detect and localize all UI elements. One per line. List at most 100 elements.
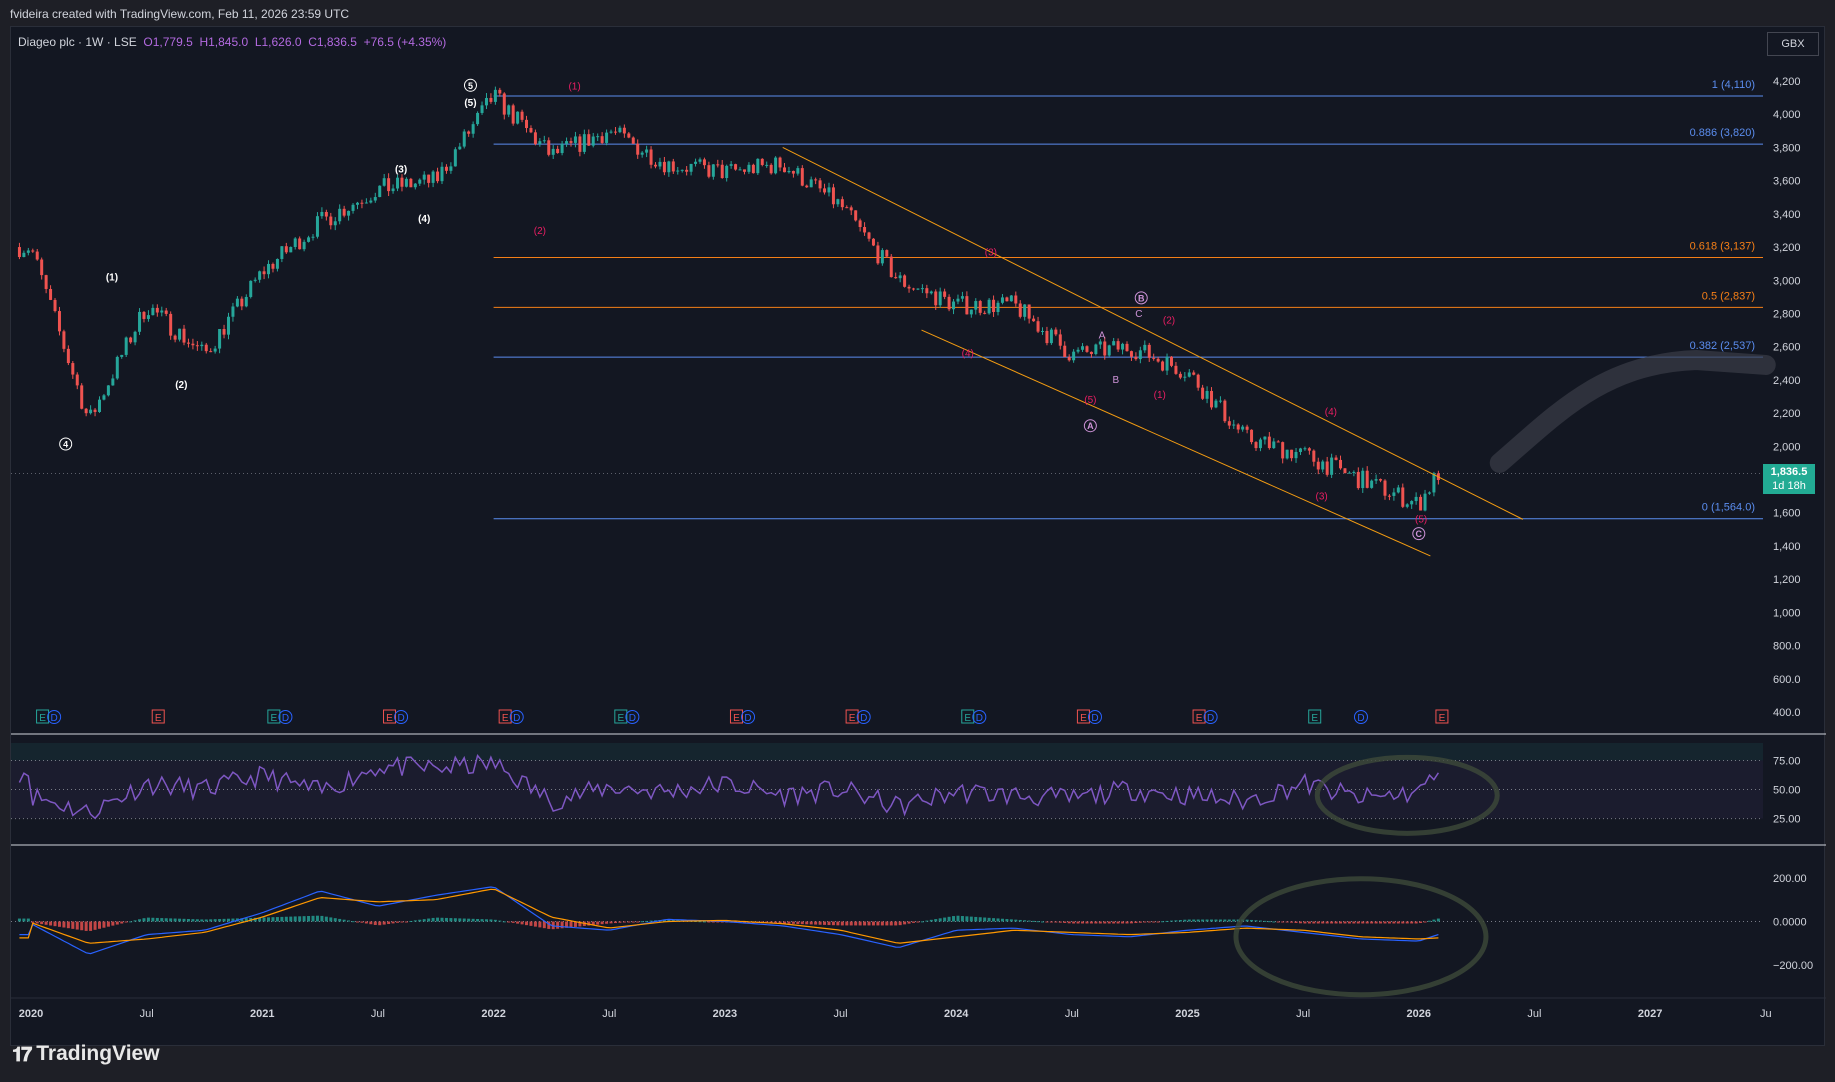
candle-body	[729, 164, 733, 166]
candle-body	[858, 220, 862, 228]
macd-histogram-bar	[431, 917, 435, 922]
candle-body	[120, 354, 124, 357]
candle-body	[823, 188, 827, 193]
candle-body	[1312, 450, 1316, 462]
macd-histogram-bar	[427, 918, 431, 922]
candle-body	[920, 288, 924, 290]
candle-body	[1392, 492, 1396, 496]
time-axis-tick: 2023	[713, 1008, 737, 1020]
macd-histogram-bar	[1081, 921, 1085, 924]
candle-body	[329, 216, 333, 226]
event-marker-label: D	[744, 713, 751, 724]
price-axis-tick: 2,200	[1773, 408, 1801, 420]
macd-histogram-bar	[907, 921, 911, 924]
currency-button[interactable]: GBX	[1767, 32, 1819, 56]
candle-body	[867, 232, 871, 239]
tradingview-logo[interactable]: 𝟏𝟕 TradingView	[12, 1042, 160, 1066]
macd-histogram-bar	[440, 917, 444, 922]
price-axis-tick: 1,000	[1773, 607, 1801, 619]
candle-body	[1152, 357, 1156, 359]
candle-body	[707, 165, 711, 177]
candle-body	[151, 307, 155, 316]
candle-body	[355, 202, 359, 205]
macd-histogram-bar	[418, 919, 422, 922]
macd-histogram-bar	[1316, 921, 1320, 924]
macd-histogram-bar	[173, 918, 177, 922]
time-axis-tick: 2021	[250, 1008, 274, 1020]
last-price-tag: 1,836.5 1d 18h	[1763, 464, 1815, 494]
candle-body	[952, 301, 956, 310]
macd-histogram-bar	[436, 917, 440, 922]
candle-body	[1214, 400, 1218, 408]
candle-body	[889, 256, 893, 278]
macd-histogram-bar	[53, 921, 57, 927]
macd-histogram-bar	[1258, 920, 1262, 922]
candle-body	[98, 399, 102, 412]
candle-body	[275, 258, 279, 269]
macd-histogram-bar	[324, 916, 328, 922]
macd-histogram-bar	[787, 921, 791, 924]
candle-body	[391, 188, 395, 192]
macd-histogram-bar	[1174, 920, 1178, 922]
candle-body	[911, 288, 915, 290]
macd-signal-line	[19, 888, 1439, 944]
wave-label-minor: (2)	[1163, 315, 1175, 326]
macd-histogram-bar	[124, 921, 128, 923]
macd-histogram-bar	[840, 921, 844, 926]
macd-histogram-bar	[209, 919, 213, 922]
macd-histogram-bar	[609, 921, 613, 924]
wave-label-minor: (1)	[1154, 390, 1166, 401]
candle-body	[115, 356, 119, 379]
candle-body	[160, 310, 164, 313]
candle-body	[1098, 341, 1102, 345]
candle-body	[1165, 356, 1169, 371]
macd-histogram-bar	[1361, 921, 1365, 924]
candle-body	[1129, 351, 1133, 357]
macd-histogram-bar	[1076, 921, 1080, 924]
macd-histogram-bar	[1183, 919, 1187, 922]
candle-body	[1316, 461, 1320, 470]
macd-histogram-bar	[93, 921, 97, 930]
candle-body	[605, 132, 609, 143]
candle-body	[1410, 501, 1414, 505]
macd-histogram-bar	[1281, 921, 1285, 923]
price-axis-tick: 3,800	[1773, 142, 1801, 154]
macd-histogram-bar	[1116, 921, 1120, 924]
candle-body	[622, 127, 626, 134]
candle-body	[1223, 400, 1227, 422]
candle-body	[1276, 441, 1280, 443]
chart-container[interactable]: 4,200 4,000 3,800 3,600 3,400 3,200 3,000 2,800…	[10, 26, 1826, 1047]
candle-body	[716, 164, 720, 166]
candle-body	[22, 252, 26, 258]
price-axis-tick: 1,400	[1773, 541, 1801, 553]
macd-histogram-bar	[947, 916, 951, 922]
candle-body	[1339, 459, 1343, 469]
candle-body	[791, 170, 795, 174]
macd-histogram-bar	[102, 921, 106, 928]
macd-histogram-bar	[1432, 919, 1436, 922]
candle-body	[778, 157, 782, 168]
candle-body	[943, 291, 947, 297]
candle-body	[1032, 318, 1036, 322]
change-value: +76.5 (+4.35%)	[363, 35, 447, 49]
chart-canvas[interactable]: 4,200 4,000 3,800 3,600 3,400 3,200 3,000 2,800…	[11, 27, 1826, 1047]
macd-histogram	[17, 915, 1440, 931]
macd-histogram-bar	[400, 921, 404, 923]
wave-label-circled: C	[1416, 529, 1423, 539]
candle-body	[213, 348, 217, 352]
candle-body	[987, 299, 991, 314]
macd-histogram-bar	[422, 919, 426, 922]
candle-body	[244, 296, 248, 307]
macd-histogram-bar	[1356, 921, 1360, 924]
candle-body	[218, 329, 222, 349]
candle-body	[783, 167, 787, 173]
candle-body	[173, 335, 177, 340]
macd-histogram-bar	[1063, 921, 1067, 923]
wave-label-circled: 5	[468, 81, 473, 91]
price-axis-tick: 4,200	[1773, 76, 1801, 88]
macd-histogram-bar	[1267, 921, 1271, 923]
macd-histogram-bar	[1392, 921, 1396, 924]
candle-body	[453, 149, 457, 167]
candle-body	[756, 158, 760, 174]
candle-body	[400, 177, 404, 187]
